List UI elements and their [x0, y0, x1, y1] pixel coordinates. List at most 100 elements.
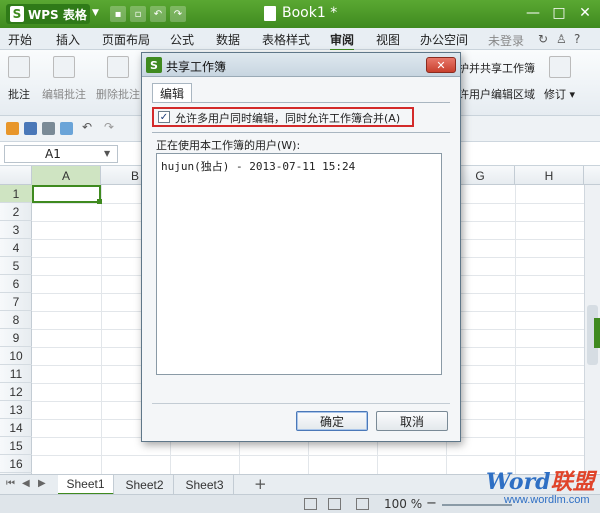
- minimize-button[interactable]: —: [520, 4, 546, 22]
- tab-office-space[interactable]: 办公空间: [420, 31, 468, 48]
- dialog-title: 共享工作簿: [166, 60, 227, 74]
- current-users-label: 正在使用本工作簿的用户(W):: [156, 139, 301, 152]
- row-header[interactable]: 9: [0, 329, 32, 347]
- edit-comment-icon: [53, 56, 75, 78]
- wps-logo-icon: S: [146, 57, 162, 73]
- tab-page-layout[interactable]: 页面布局: [102, 31, 150, 48]
- undo-icon[interactable]: ↶: [82, 120, 95, 134]
- login-link[interactable]: 未登录: [488, 32, 524, 49]
- grid-line: [515, 185, 516, 474]
- protect-share-workbook-button[interactable]: 护并共享工作簿: [458, 60, 535, 76]
- wps-logo-icon: S: [10, 6, 24, 22]
- add-sheet-button[interactable]: +: [254, 475, 267, 493]
- name-box[interactable]: A1: [4, 145, 118, 163]
- row-header[interactable]: 11: [0, 365, 32, 383]
- app-name: WPS 表格: [28, 7, 87, 22]
- app-menu-button[interactable]: S WPS 表格: [6, 4, 90, 24]
- allow-multi-user-checkbox[interactable]: ✓: [158, 111, 170, 123]
- row-header[interactable]: 4: [0, 239, 32, 257]
- watermark: Word联盟 www.wordlm.com: [474, 464, 598, 512]
- page-break-view-icon[interactable]: [328, 498, 341, 510]
- watermark-url: www.wordlm.com: [504, 494, 590, 506]
- current-users-list[interactable]: hujun(独占) - 2013-07-11 15:24: [156, 153, 442, 375]
- save-icon[interactable]: [24, 122, 37, 135]
- row-header[interactable]: 7: [0, 293, 32, 311]
- app-menu-chevron-icon[interactable]: ▼: [92, 8, 99, 18]
- undo-icon[interactable]: ↶: [150, 6, 166, 22]
- first-sheet-icon[interactable]: ⏮: [6, 478, 15, 489]
- allow-multi-user-option[interactable]: ✓ 允许多用户同时编辑，同时允许工作簿合并(A): [152, 107, 414, 127]
- allow-edit-ranges-button[interactable]: 许用户编辑区域: [458, 86, 535, 102]
- print-icon[interactable]: [42, 122, 55, 135]
- sheet-tab-sheet3[interactable]: Sheet3: [176, 475, 234, 495]
- edit-comment-button[interactable]: 编辑批注: [42, 56, 86, 102]
- list-item[interactable]: hujun(独占) - 2013-07-11 15:24: [161, 158, 355, 174]
- zoom-out-button[interactable]: −: [426, 496, 437, 511]
- dialog-title-bar[interactable]: S 共享工作簿 ✕: [142, 53, 460, 77]
- tab-home[interactable]: 开始: [8, 31, 32, 48]
- prev-sheet-icon[interactable]: ◀: [22, 478, 30, 489]
- dialog-divider: [152, 403, 450, 404]
- print-preview-icon[interactable]: [60, 122, 73, 135]
- side-panel-toggle[interactable]: [594, 318, 600, 348]
- row-header[interactable]: 12: [0, 383, 32, 401]
- tab-formula[interactable]: 公式: [170, 31, 194, 48]
- menu-bar: 开始 插入 页面布局 公式 数据 表格样式 审阅 视图 办公空间 未登录 ↻ ♙…: [0, 28, 600, 51]
- next-sheet-icon[interactable]: ▶: [38, 478, 46, 489]
- tab-edit[interactable]: 编辑: [152, 83, 192, 103]
- ok-button[interactable]: 确定: [296, 411, 368, 431]
- print-icon[interactable]: ▫: [130, 6, 146, 22]
- row-header[interactable]: 6: [0, 275, 32, 293]
- tab-review[interactable]: 审阅: [330, 31, 355, 51]
- row-header[interactable]: 13: [0, 401, 32, 419]
- column-header[interactable]: A: [32, 166, 101, 185]
- row-header[interactable]: 2: [0, 203, 32, 221]
- fill-handle[interactable]: [97, 199, 102, 204]
- cancel-button[interactable]: 取消: [376, 411, 448, 431]
- allow-multi-user-label: 允许多用户同时编辑，同时允许工作簿合并(A): [175, 112, 401, 125]
- watermark-brand-cn: 联盟: [550, 469, 595, 495]
- name-box-chevron-icon[interactable]: ▼: [104, 149, 110, 158]
- tab-data[interactable]: 数据: [216, 31, 240, 48]
- active-cell-a1[interactable]: [32, 185, 101, 203]
- redo-icon[interactable]: ↷: [104, 120, 117, 134]
- track-changes-button[interactable]: 修订 ▾: [544, 56, 575, 102]
- row-header[interactable]: 10: [0, 347, 32, 365]
- document-title: Book1 *: [264, 5, 337, 21]
- dialog-close-button[interactable]: ✕: [426, 57, 456, 73]
- row-header[interactable]: 5: [0, 257, 32, 275]
- grid-line: [101, 185, 102, 474]
- dialog-divider: [152, 132, 450, 133]
- help-icon[interactable]: ?: [574, 32, 580, 46]
- share-workbook-dialog: S 共享工作簿 ✕ 编辑 ✓ 允许多用户同时编辑，同时允许工作簿合并(A) 正在…: [141, 52, 461, 442]
- close-window-button[interactable]: ✕: [572, 4, 598, 22]
- tab-table-style[interactable]: 表格样式: [262, 31, 310, 48]
- tab-insert[interactable]: 插入: [56, 31, 80, 48]
- comment-button[interactable]: 批注: [8, 56, 30, 102]
- redo-icon[interactable]: ↷: [170, 6, 186, 22]
- maximize-button[interactable]: □: [546, 4, 572, 22]
- select-all-corner[interactable]: [0, 166, 32, 185]
- row-header[interactable]: 15: [0, 437, 32, 455]
- column-header[interactable]: H: [515, 166, 584, 185]
- tab-view[interactable]: 视图: [376, 31, 400, 48]
- zoom-level: 100 %: [384, 497, 423, 511]
- watermark-brand: Word: [486, 469, 551, 495]
- track-changes-icon: [548, 56, 571, 78]
- save-icon[interactable]: ▪: [110, 6, 126, 22]
- sheet-tab-sheet2[interactable]: Sheet2: [116, 475, 174, 495]
- row-header[interactable]: 3: [0, 221, 32, 239]
- row-header[interactable]: 16: [0, 455, 32, 473]
- title-bar: S WPS 表格 ▼ ▪ ▫ ↶ ↷ Book1 * — □ ✕: [0, 0, 600, 28]
- normal-view-icon[interactable]: [304, 498, 317, 510]
- row-header[interactable]: 1: [0, 185, 32, 203]
- open-icon[interactable]: [6, 122, 19, 135]
- delete-comment-button[interactable]: 删除批注: [96, 56, 140, 102]
- row-header[interactable]: 14: [0, 419, 32, 437]
- fullscreen-icon[interactable]: [356, 498, 369, 510]
- row-header[interactable]: 8: [0, 311, 32, 329]
- row-headers: 1 2 3 4 5 6 7 8 9 10 11 12 13 14 15 16: [0, 185, 32, 474]
- shirt-icon[interactable]: ♙: [556, 32, 567, 46]
- refresh-icon[interactable]: ↻: [538, 32, 548, 46]
- sheet-tab-sheet1[interactable]: Sheet1: [58, 475, 114, 495]
